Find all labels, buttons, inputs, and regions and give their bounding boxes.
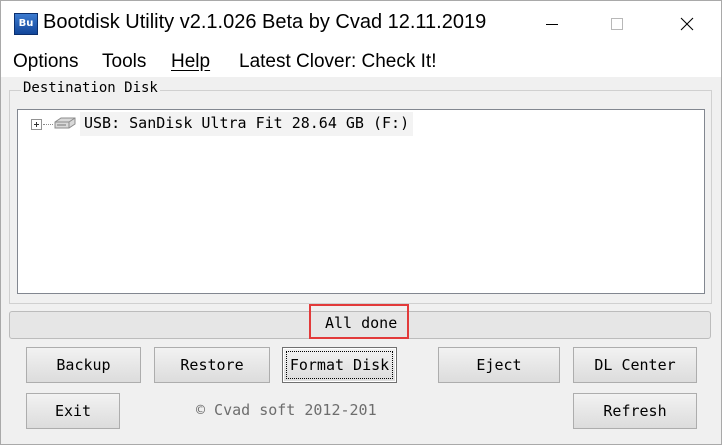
minimize-icon (546, 24, 558, 25)
close-button[interactable] (664, 1, 710, 47)
dl-center-button[interactable]: DL Center (573, 347, 697, 383)
menu-tools[interactable]: Tools (102, 51, 146, 73)
window-title: Bootdisk Utility v2.1.026 Beta by Cvad 1… (43, 11, 487, 33)
app-window: Bu Bootdisk Utility v2.1.026 Beta by Cva… (0, 0, 722, 445)
exit-button[interactable]: Exit (26, 393, 120, 429)
copyright-text: © Cvad soft 2012-201 (196, 401, 377, 419)
close-icon (680, 17, 694, 31)
minimize-button[interactable] (529, 1, 575, 47)
disk-tree-view[interactable]: USB: SanDisk Ultra Fit 28.64 GB (F:) (17, 109, 705, 294)
menu-help[interactable]: Help (171, 51, 210, 73)
restore-button[interactable]: Restore (154, 347, 270, 383)
menu-latest-clover[interactable]: Latest Clover: Check It! (239, 51, 436, 73)
destination-disk-label: Destination Disk (21, 80, 160, 96)
title-bar[interactable]: Bu Bootdisk Utility v2.1.026 Beta by Cva… (1, 1, 721, 47)
tree-connector-line (43, 124, 53, 125)
maximize-button[interactable] (594, 1, 640, 47)
format-disk-button[interactable]: Format Disk (282, 347, 397, 383)
bootdisk-app-icon: Bu (14, 13, 38, 35)
eject-button[interactable]: Eject (438, 347, 560, 383)
backup-button[interactable]: Backup (26, 347, 141, 383)
status-highlight-box (309, 304, 409, 339)
maximize-icon (611, 18, 623, 30)
usb-disk-icon (54, 117, 76, 129)
tree-expand-icon[interactable] (31, 119, 42, 130)
refresh-button[interactable]: Refresh (573, 393, 697, 429)
tree-item-usb-disk[interactable]: USB: SanDisk Ultra Fit 28.64 GB (F:) (80, 112, 414, 136)
menu-options[interactable]: Options (13, 51, 78, 73)
menu-bar: Options Tools Help Latest Clover: Check … (1, 47, 721, 77)
